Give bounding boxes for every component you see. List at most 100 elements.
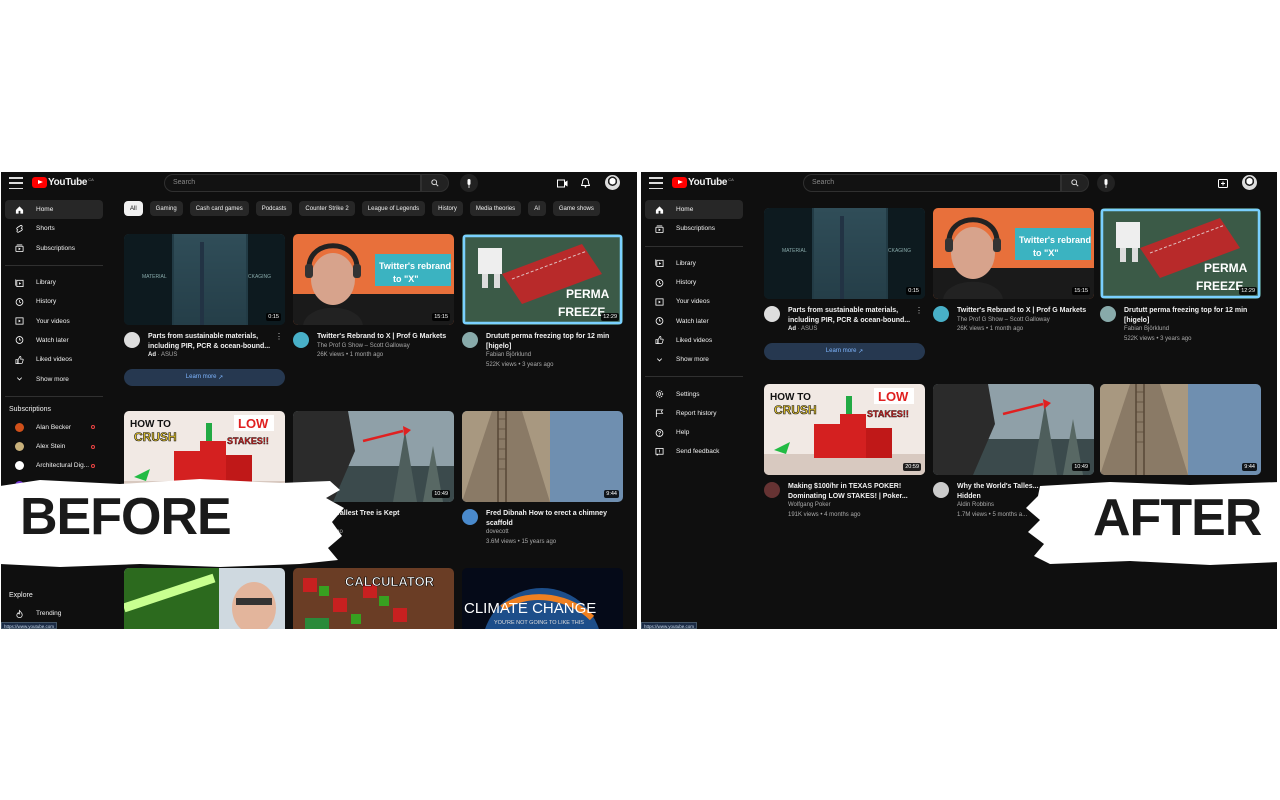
sidebar-item-your-videos[interactable]: Your videos — [5, 311, 103, 330]
video-card[interactable]: MATERIAL CKAGING 0:15 Parts from sustaina… — [124, 234, 285, 386]
channel-name[interactable]: ASUS — [161, 352, 177, 358]
video-title[interactable]: Parts from sustainable materials, includ… — [788, 306, 920, 325]
chip-counter-strike-2[interactable]: Counter Strike 2 — [299, 201, 355, 216]
chip-cash-card-games[interactable]: Cash card games — [189, 201, 249, 216]
video-title[interactable]: Twitter's Rebrand to X | Prof G Markets — [317, 332, 446, 342]
video-thumbnail[interactable]: MATERIAL CKAGING 0:15 — [124, 234, 285, 325]
more-options-icon[interactable]: ⋮ — [915, 306, 923, 315]
channel-avatar[interactable] — [462, 509, 478, 525]
channel-avatar[interactable] — [764, 482, 780, 498]
channel-name[interactable]: The Prof G Show – Scott Galloway — [317, 342, 446, 352]
video-thumbnail[interactable]: PERMA FREEZE 12:29 — [462, 234, 623, 325]
sidebar-item-trending[interactable]: Trending — [5, 604, 103, 623]
video-card[interactable]: Twitter's rebrand to "X" 15:15 Twitter's … — [933, 208, 1094, 335]
sidebar-item-subscriptions[interactable]: Subscriptions — [645, 219, 743, 238]
video-card[interactable]: CLIMATE CHANGE YOU'RE NOT GOING TO LIKE T… — [462, 568, 623, 629]
channel-avatar[interactable] — [1100, 306, 1116, 322]
sidebar-item-settings[interactable]: Settings — [645, 384, 743, 403]
video-thumbnail[interactable]: 10:49 — [933, 384, 1094, 475]
video-thumbnail[interactable]: HOW TO CRUSH LOW STAKES!! 20:59 — [764, 384, 925, 475]
youtube-logo[interactable]: YouTube CA — [672, 177, 734, 188]
channel-avatar[interactable] — [764, 306, 780, 322]
sidebar-item-report-history[interactable]: Report history — [645, 404, 743, 423]
sidebar-item-your-videos[interactable]: Your videos — [645, 292, 743, 311]
channel-name[interactable]: Fabian Björklund — [1124, 325, 1256, 335]
subscription-alex-stein[interactable]: Alex Stein — [5, 437, 103, 456]
menu-icon[interactable] — [649, 177, 663, 189]
sidebar-item-help[interactable]: Help — [645, 423, 743, 442]
video-card[interactable]: MATERIAL CKAGING 0:15 Parts from sustaina… — [764, 208, 925, 360]
chip-gaming[interactable]: Gaming — [149, 201, 183, 216]
account-avatar[interactable] — [1242, 175, 1257, 190]
chip-history[interactable]: History — [432, 201, 463, 216]
youtube-logo[interactable]: YouTube CA — [32, 177, 94, 188]
subscription-alan-becker[interactable]: Alan Becker — [5, 418, 103, 437]
video-card[interactable]: PERMA FREEZE 12:29 Drututt perma freezing… — [462, 234, 623, 370]
channel-avatar[interactable] — [462, 332, 478, 348]
sidebar-item-show-more[interactable]: Show more — [5, 369, 103, 388]
video-thumbnail[interactable]: CLIMATE CHANGE YOU'RE NOT GOING TO LIKE T… — [462, 568, 623, 629]
sidebar-item-history[interactable]: History — [5, 292, 103, 311]
video-title[interactable]: Twitter's Rebrand to X | Prof G Markets — [957, 306, 1086, 316]
video-thumbnail[interactable] — [124, 568, 285, 629]
sidebar-item-library[interactable]: Library — [5, 273, 103, 292]
search-input[interactable]: Search — [803, 174, 1061, 192]
sidebar-item-liked-videos[interactable]: Liked videos — [645, 331, 743, 350]
chip-game-shows[interactable]: Game shows — [552, 201, 600, 216]
sidebar-item-subscriptions[interactable]: Subscriptions — [5, 239, 103, 258]
search-button[interactable] — [421, 174, 449, 192]
channel-avatar[interactable] — [933, 306, 949, 322]
video-title[interactable]: Fred Dibnah How to erect a chimney scaff… — [486, 509, 618, 528]
create-button[interactable] — [556, 177, 568, 189]
video-thumbnail[interactable]: Twitter's rebrand to "X" 15:15 — [933, 208, 1094, 299]
more-options-icon[interactable]: ⋮ — [275, 332, 283, 341]
channel-avatar[interactable] — [933, 482, 949, 498]
video-card[interactable] — [124, 568, 285, 629]
channel-avatar[interactable] — [124, 332, 140, 348]
video-thumbnail[interactable]: 9:44 — [462, 411, 623, 502]
video-card[interactable]: HOW TO CRUSH LOW STAKES!! 20:59 Making $100… — [764, 384, 925, 520]
sidebar-item-home[interactable]: Home — [5, 200, 103, 220]
sidebar-item-watch-later[interactable]: Watch later — [5, 331, 103, 350]
channel-avatar[interactable] — [293, 332, 309, 348]
search-input[interactable]: Search — [164, 174, 421, 192]
video-title[interactable]: Drututt perma freezing top for 12 min [h… — [486, 332, 618, 351]
notifications-button[interactable] — [579, 177, 591, 189]
sidebar-item-home[interactable]: Home — [645, 200, 743, 220]
video-card[interactable]: 9:44 — [1100, 384, 1261, 475]
sidebar-item-history[interactable]: History — [645, 273, 743, 292]
video-thumbnail[interactable]: PERMA FREEZE 12:29 — [1100, 208, 1261, 299]
video-card[interactable]: Twitter's rebrand to "X" 15:15 Twitter's … — [293, 234, 454, 361]
video-card[interactable]: CALCULATOR — [293, 568, 454, 629]
subscription-architectural-dig[interactable]: Architectural Dig... — [5, 456, 103, 475]
video-card[interactable]: PERMA FREEZE 12:29 Drututt perma freezing… — [1100, 208, 1261, 344]
chip-ai[interactable]: AI — [528, 201, 546, 216]
video-title[interactable]: Drututt perma freezing top for 12 min [h… — [1124, 306, 1256, 325]
sidebar-item-shorts[interactable]: Shorts — [5, 219, 103, 238]
video-thumbnail[interactable]: MATERIAL CKAGING 0:15 — [764, 208, 925, 299]
channel-name[interactable]: dovecott — [486, 528, 618, 538]
video-thumbnail[interactable]: 9:44 — [1100, 384, 1261, 475]
search-button[interactable] — [1061, 174, 1089, 192]
channel-name[interactable]: The Prof G Show – Scott Galloway — [957, 316, 1086, 326]
video-thumbnail[interactable]: Twitter's rebrand to "X" 15:15 — [293, 234, 454, 325]
sidebar-item-watch-later[interactable]: Watch later — [645, 311, 743, 330]
chip-podcasts[interactable]: Podcasts — [255, 201, 293, 216]
chip-all[interactable]: All — [124, 201, 143, 216]
video-title[interactable]: Parts from sustainable materials, includ… — [148, 332, 280, 351]
video-title[interactable]: Making $100/hr in TEXAS POKER! Dominatin… — [788, 482, 920, 501]
menu-icon[interactable] — [9, 177, 23, 189]
channel-name[interactable]: ASUS — [801, 326, 817, 332]
chip-league-of-legends[interactable]: League of Legends — [361, 201, 426, 216]
voice-search-button[interactable] — [460, 174, 478, 192]
video-card[interactable]: 9:44 Fred Dibnah How to erect a chimney … — [462, 411, 623, 547]
sidebar-item-liked-videos[interactable]: Liked videos — [5, 350, 103, 369]
video-thumbnail[interactable]: CALCULATOR — [293, 568, 454, 629]
learn-more-button[interactable]: Learn more ↗ — [124, 368, 285, 386]
sidebar-item-library[interactable]: Library — [645, 254, 743, 273]
sidebar-item-show-more[interactable]: Show more — [645, 350, 743, 369]
channel-name[interactable]: Fabian Björklund — [486, 351, 618, 361]
voice-search-button[interactable] — [1097, 174, 1115, 192]
sidebar-item-send-feedback[interactable]: Send feedback — [645, 442, 743, 461]
create-button[interactable] — [1217, 177, 1229, 189]
